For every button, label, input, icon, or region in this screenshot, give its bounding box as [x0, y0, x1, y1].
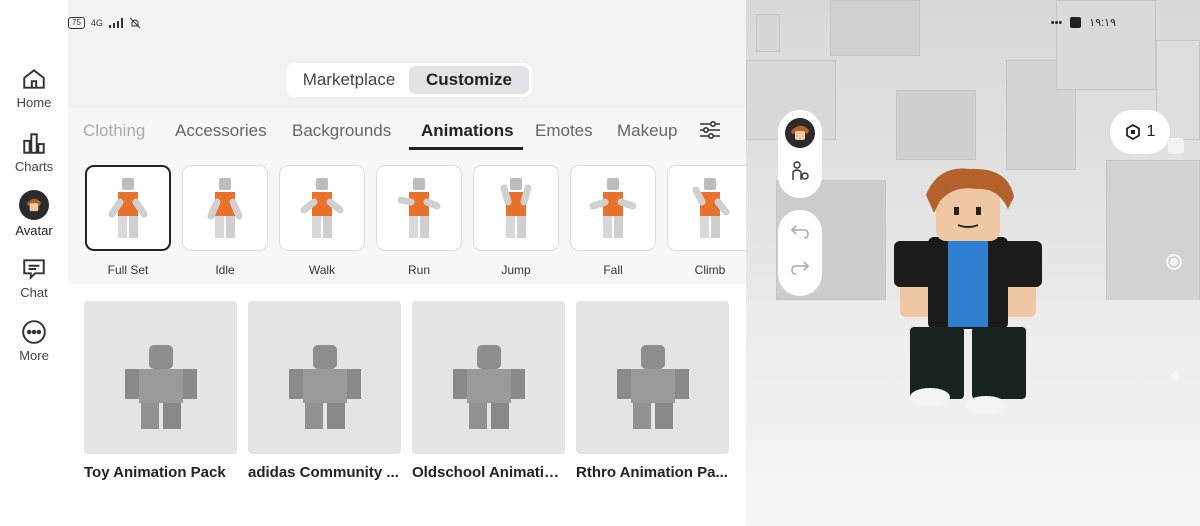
active-tab-indicator	[409, 147, 523, 150]
nav-more[interactable]: More	[0, 319, 68, 363]
animation-figure-icon	[500, 178, 532, 238]
scene-block	[896, 90, 976, 160]
category-tabs: Clothing Accessories Backgrounds Animati…	[68, 108, 746, 154]
tab-emotes[interactable]: Emotes	[535, 121, 593, 141]
home-icon	[23, 69, 45, 89]
nav-chat-label: Chat	[20, 285, 48, 300]
animation-type-label: Walk	[308, 263, 336, 277]
mute-icon	[129, 17, 141, 29]
nav-charts-label: Charts	[14, 159, 54, 174]
avatar-preview-scene[interactable]: ••• ١٩:١٩ 1	[746, 0, 1200, 526]
signal-icon	[108, 18, 123, 28]
tab-makeup[interactable]: Makeup	[617, 121, 677, 141]
pack-figure-icon	[124, 344, 197, 429]
animation-figure-icon	[207, 178, 243, 238]
scene-tool-pill	[778, 110, 822, 198]
status-icons: 75 4G	[68, 17, 141, 29]
chat-icon	[23, 259, 45, 281]
nav-home[interactable]: Home	[0, 66, 68, 110]
scene-block	[1106, 160, 1200, 310]
marketplace-customize-toggle: Marketplace Customize	[286, 63, 532, 97]
avatar-figure	[894, 168, 1042, 414]
scene-block	[830, 0, 920, 56]
animation-type-card[interactable]	[473, 165, 559, 251]
pack-figure-icon	[288, 344, 361, 429]
avatar-icon	[19, 190, 49, 220]
nav-avatar-label: Avatar	[15, 223, 53, 238]
animation-figure-icon	[300, 178, 344, 238]
undo-icon[interactable]	[790, 224, 810, 240]
scene-home-circle-icon[interactable]	[1166, 254, 1182, 270]
animation-pack-card[interactable]	[248, 301, 401, 454]
animation-type-label: Climb	[694, 263, 726, 277]
customize-button[interactable]: Customize	[409, 66, 529, 94]
clock: ١٩:١٩	[1089, 17, 1116, 29]
redo-icon[interactable]	[790, 260, 810, 276]
more-icon	[22, 320, 46, 344]
animation-pack-name[interactable]: adidas Community ...	[248, 464, 401, 481]
animation-figure-icon	[692, 178, 730, 238]
nav-more-label: More	[19, 348, 49, 363]
robux-icon	[1125, 124, 1140, 140]
animation-pack-card[interactable]	[412, 301, 565, 454]
pack-figure-icon	[452, 344, 525, 429]
more-dots: •••	[1050, 16, 1063, 29]
animation-type-card[interactable]	[570, 165, 656, 251]
animation-type-label: Fall	[603, 263, 623, 277]
animation-type-label: Full Set	[107, 263, 149, 277]
animation-type-label: Idle	[215, 263, 235, 277]
tab-backgrounds[interactable]: Backgrounds	[292, 121, 391, 141]
scene-block	[756, 14, 780, 52]
marketplace-button[interactable]: Marketplace	[289, 66, 409, 94]
undo-redo-pill	[778, 210, 822, 296]
animation-type-label: Run	[407, 263, 430, 277]
avatar-settings-icon[interactable]	[789, 160, 811, 182]
robux-count: 1	[1146, 123, 1156, 140]
customize-panel: 75 4G Marketplace Customize Clothing Acc…	[68, 0, 746, 526]
animation-figure-icon	[589, 178, 637, 238]
animation-pack-name[interactable]: Rthro Animation Pa...	[576, 464, 729, 481]
tab-accessories[interactable]: Accessories	[175, 121, 267, 141]
animation-type-card[interactable]	[279, 165, 365, 251]
nav-charts[interactable]: Charts	[0, 130, 68, 174]
network-indicator: 4G	[90, 18, 103, 28]
nav-chat[interactable]: Chat	[0, 256, 68, 300]
pack-figure-icon	[616, 344, 689, 429]
top-bar: 75 4G Marketplace Customize	[68, 0, 746, 108]
robux-balance[interactable]: 1	[1110, 110, 1170, 154]
animation-type-label: Jump	[501, 263, 531, 277]
nav-home-label: Home	[16, 95, 52, 110]
animation-type-card[interactable]	[182, 165, 268, 251]
scene-status: ••• ١٩:١٩	[1050, 16, 1116, 30]
animation-pack-grid: Toy Animation Pack adidas Community ... Ol…	[68, 284, 746, 526]
tab-clothing[interactable]: Clothing	[83, 121, 145, 141]
animation-type-card[interactable]	[85, 165, 171, 251]
scene-back-triangle-icon[interactable]	[1166, 368, 1182, 384]
avatar-headshot-button[interactable]	[785, 118, 815, 148]
battery-indicator: 75	[68, 17, 85, 29]
animation-figure-icon	[397, 178, 441, 238]
animation-pack-card[interactable]	[84, 301, 237, 454]
animation-type-card[interactable]	[376, 165, 462, 251]
charts-icon	[23, 133, 45, 154]
animation-pack-name[interactable]: Toy Animation Pack	[84, 464, 237, 481]
scene-block	[1056, 0, 1156, 90]
nav-avatar[interactable]: Avatar	[0, 190, 68, 238]
tab-animations[interactable]: Animations	[421, 121, 514, 141]
animation-figure-icon	[108, 178, 148, 238]
animation-pack-name[interactable]: Oldschool Animatio...	[412, 464, 565, 481]
left-navigation: Home Charts Avatar Chat More	[0, 0, 68, 526]
filter-icon[interactable]	[698, 118, 722, 142]
telegram-icon	[1070, 17, 1082, 28]
animation-type-list: Full Set Idle Walk Run Jump Fall Climb	[68, 154, 746, 284]
animation-type-card[interactable]	[667, 165, 746, 251]
animation-pack-card[interactable]	[576, 301, 729, 454]
scene-side-button[interactable]	[1168, 138, 1184, 154]
